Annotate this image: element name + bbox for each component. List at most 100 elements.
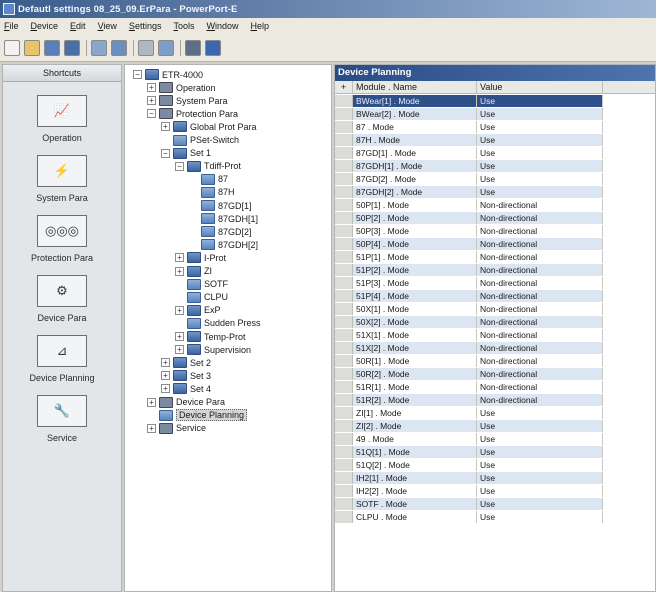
table-row[interactable]: 87GDH[1] . Mode Use xyxy=(335,160,655,172)
table-row[interactable]: 87H . Mode Use xyxy=(335,134,655,146)
value-cell[interactable]: Use xyxy=(477,459,603,471)
row-header-cell[interactable] xyxy=(335,95,353,107)
table-row[interactable]: 50P[4] . Mode Non-directional xyxy=(335,238,655,250)
row-header-cell[interactable] xyxy=(335,212,353,224)
tree-node[interactable]: + Device Para xyxy=(147,396,225,409)
row-header-cell[interactable] xyxy=(335,355,353,367)
expand-icon[interactable]: + xyxy=(175,345,184,355)
row-header-cell[interactable] xyxy=(335,407,353,419)
value-cell[interactable]: Use xyxy=(477,472,603,484)
shortcut-operation[interactable]: 📈 Operation xyxy=(3,95,121,143)
collapse-icon[interactable]: − xyxy=(161,148,170,158)
menu-view[interactable]: View xyxy=(98,21,117,31)
value-cell[interactable]: Use xyxy=(477,173,603,185)
table-row[interactable]: 51X[2] . Mode Non-directional xyxy=(335,342,655,354)
value-cell[interactable]: Use xyxy=(477,433,603,445)
row-header-cell[interactable] xyxy=(335,342,353,354)
table-row[interactable]: 50P[1] . Mode Non-directional xyxy=(335,199,655,211)
expand-icon[interactable]: + xyxy=(147,96,156,106)
table-row[interactable]: 51Q[2] . Mode Use xyxy=(335,459,655,471)
collapse-icon[interactable]: − xyxy=(133,70,142,79)
value-cell[interactable]: Non-directional xyxy=(477,290,603,302)
menu-file[interactable]: File xyxy=(4,21,19,31)
value-cell[interactable]: Non-directional xyxy=(477,394,603,406)
row-header-cell[interactable] xyxy=(335,251,353,263)
tree-node[interactable]: + Temp-Prot xyxy=(175,330,246,343)
table-row[interactable]: 50R[1] . Mode Non-directional xyxy=(335,355,655,367)
shortcut-device-para[interactable]: ⚙ Device Para xyxy=(3,275,121,323)
collapse-icon[interactable]: − xyxy=(175,161,184,171)
tree-node[interactable]: + Service xyxy=(147,422,206,435)
row-header-cell[interactable] xyxy=(335,108,353,120)
row-header-cell[interactable] xyxy=(335,472,353,484)
value-cell[interactable]: Non-directional xyxy=(477,342,603,354)
value-cell[interactable]: Non-directional xyxy=(477,355,603,367)
row-header-cell[interactable] xyxy=(335,394,353,406)
table-row[interactable]: 51P[3] . Mode Non-directional xyxy=(335,277,655,289)
tree-node[interactable]: Device Planning xyxy=(147,409,248,422)
value-cell[interactable]: Non-directional xyxy=(477,329,603,341)
value-cell[interactable]: Use xyxy=(477,511,603,523)
table-row[interactable]: BWear[2] . Mode Use xyxy=(335,108,655,120)
expand-icon[interactable]: + xyxy=(161,384,170,394)
menu-tools[interactable]: Tools xyxy=(173,21,194,31)
save-icon[interactable] xyxy=(44,39,60,56)
value-cell[interactable]: Use xyxy=(477,147,603,159)
tree-node[interactable]: − Tdiff-Prot xyxy=(175,160,241,173)
table-row[interactable]: 49 . Mode Use xyxy=(335,433,655,445)
print-icon[interactable] xyxy=(185,39,201,56)
shortcut-protection-para[interactable]: ◎◎◎ Protection Para xyxy=(3,215,121,263)
expand-icon[interactable]: + xyxy=(147,423,156,433)
row-header-cell[interactable] xyxy=(335,264,353,276)
menu-help[interactable]: Help xyxy=(251,21,270,31)
row-header-cell[interactable] xyxy=(335,381,353,393)
menu-edit[interactable]: Edit xyxy=(70,21,86,31)
value-cell[interactable]: Non-directional xyxy=(477,225,603,237)
open-folder-icon[interactable] xyxy=(24,39,40,56)
menu-settings[interactable]: Settings xyxy=(129,21,162,31)
tree-node[interactable]: − ETR-4000 xyxy=(133,68,203,81)
shortcut-system-para[interactable]: ⚡ System Para xyxy=(3,155,121,203)
table-row[interactable]: ZI[2] . Mode Use xyxy=(335,420,655,432)
value-cell[interactable]: Use xyxy=(477,420,603,432)
expand-icon[interactable]: + xyxy=(175,332,184,341)
table-row[interactable]: 51R[1] . Mode Non-directional xyxy=(335,381,655,393)
tree-node[interactable]: + I-Prot xyxy=(175,251,226,264)
shortcut-device-planning[interactable]: ⊿ Device Planning xyxy=(3,335,121,383)
table-row[interactable]: 87GDH[2] . Mode Use xyxy=(335,186,655,198)
expand-icon[interactable]: + xyxy=(161,371,170,381)
table-row[interactable]: 50X[2] . Mode Non-directional xyxy=(335,316,655,328)
tree-node[interactable]: Sudden Press xyxy=(175,317,261,330)
edit-icon[interactable] xyxy=(138,39,154,56)
table-row[interactable]: 51R[2] . Mode Non-directional xyxy=(335,394,655,406)
value-cell[interactable]: Use xyxy=(477,134,603,146)
tree-node[interactable]: 87 xyxy=(189,173,228,186)
table-row[interactable]: 51P[4] . Mode Non-directional xyxy=(335,290,655,302)
row-header-cell[interactable] xyxy=(335,316,353,328)
expand-icon[interactable]: + xyxy=(161,122,170,132)
tree-node[interactable]: 87GD[2] xyxy=(189,225,252,238)
row-header-cell[interactable] xyxy=(335,238,353,250)
table-row[interactable]: CLPU . Mode Use xyxy=(335,511,655,523)
row-header-cell[interactable] xyxy=(335,459,353,471)
tree-node[interactable]: 87H xyxy=(189,186,235,199)
calculator-icon[interactable] xyxy=(158,39,174,56)
value-cell[interactable]: Non-directional xyxy=(477,303,603,315)
table-row[interactable]: 51X[1] . Mode Non-directional xyxy=(335,329,655,341)
row-header-cell[interactable] xyxy=(335,485,353,497)
table-row[interactable]: 87GD[2] . Mode Use xyxy=(335,173,655,185)
device-icon[interactable] xyxy=(64,39,80,56)
table-row[interactable]: 50R[2] . Mode Non-directional xyxy=(335,368,655,380)
column-module-name[interactable]: Module . Name xyxy=(353,81,477,94)
tree-node[interactable]: + Set 4 xyxy=(161,382,211,395)
row-header-cell[interactable] xyxy=(335,121,353,133)
table-row[interactable]: IH2[1] . Mode Use xyxy=(335,472,655,484)
expand-icon[interactable]: + xyxy=(175,253,184,263)
value-cell[interactable]: Non-directional xyxy=(477,277,603,289)
row-header-cell[interactable] xyxy=(335,186,353,198)
row-header-cell[interactable] xyxy=(335,277,353,289)
tree-node[interactable]: + Set 3 xyxy=(161,369,211,382)
tree-node[interactable]: + System Para xyxy=(147,94,228,107)
row-header-cell[interactable] xyxy=(335,290,353,302)
collapse-icon[interactable]: − xyxy=(147,109,156,119)
